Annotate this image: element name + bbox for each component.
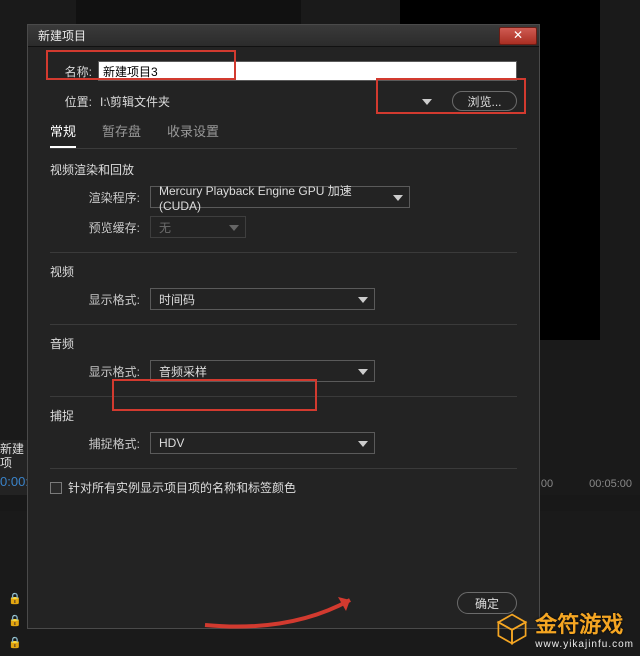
renderer-field: 渲染程序: Mercury Playback Engine GPU 加速 (CU… (50, 186, 517, 208)
renderer-select[interactable]: Mercury Playback Engine GPU 加速 (CUDA) (150, 186, 410, 208)
tab-scratch[interactable]: 暂存盘 (102, 121, 141, 148)
new-project-dialog: 新建项目 ✕ 名称: 位置: I:\剪辑文件夹 浏览... 常规 暂存盘 收录设… (27, 24, 540, 629)
renderer-value: Mercury Playback Engine GPU 加速 (CUDA) (159, 182, 387, 213)
close-icon: ✕ (513, 28, 523, 42)
capture-format-value: HDV (159, 436, 184, 450)
project-name-input[interactable] (98, 61, 517, 81)
dialog-footer: 确定 (457, 592, 517, 614)
preview-cache-label: 预览缓存: (86, 219, 140, 236)
close-button[interactable]: ✕ (499, 27, 537, 45)
chevron-down-icon (229, 220, 239, 234)
capture-format-field: 捕捉格式: HDV (50, 432, 517, 454)
divider (50, 324, 517, 325)
video-format-select[interactable]: 时间码 (150, 288, 375, 310)
instance-names-label: 针对所有实例显示项目项的名称和标签颜色 (68, 479, 296, 496)
section-audio: 音频 显示格式: 音频采样 (50, 335, 517, 382)
location-label: 位置: (50, 93, 92, 110)
name-label: 名称: (50, 63, 92, 80)
chevron-down-icon (358, 292, 368, 306)
location-dropdown[interactable] (416, 91, 438, 111)
lock-icon[interactable]: 🔒 (8, 636, 22, 650)
location-row: 位置: I:\剪辑文件夹 浏览... (50, 91, 517, 111)
renderer-label: 渲染程序: (86, 189, 140, 206)
browse-button[interactable]: 浏览... (452, 91, 517, 111)
capture-format-select[interactable]: HDV (150, 432, 375, 454)
ok-button[interactable]: 确定 (457, 592, 517, 614)
section-video: 视频 显示格式: 时间码 (50, 263, 517, 310)
section-title-video: 视频 (50, 263, 517, 280)
divider (50, 252, 517, 253)
timecode-readout: 0:00: (0, 474, 29, 489)
chevron-down-icon (358, 364, 368, 378)
preview-cache-value: 无 (159, 219, 171, 236)
instance-names-row: 针对所有实例显示项目项的名称和标签颜色 (50, 479, 517, 496)
preview-cache-field: 预览缓存: 无 (50, 216, 517, 238)
audio-format-label: 显示格式: (86, 363, 140, 380)
audio-format-field: 显示格式: 音频采样 (50, 360, 517, 382)
location-value[interactable]: I:\剪辑文件夹 (98, 93, 416, 110)
audio-format-value: 音频采样 (159, 363, 207, 380)
audio-format-select[interactable]: 音频采样 (150, 360, 375, 382)
video-format-value: 时间码 (159, 291, 195, 308)
section-title-render: 视频渲染和回放 (50, 161, 517, 178)
name-row: 名称: (50, 61, 517, 81)
instance-names-checkbox[interactable] (50, 482, 62, 494)
dialog-content: 名称: 位置: I:\剪辑文件夹 浏览... 常规 暂存盘 收录设置 视频渲染和… (28, 47, 539, 628)
tab-ingest[interactable]: 收录设置 (167, 121, 219, 148)
capture-format-label: 捕捉格式: (86, 435, 140, 452)
section-title-audio: 音频 (50, 335, 517, 352)
section-render: 视频渲染和回放 渲染程序: Mercury Playback Engine GP… (50, 161, 517, 238)
top-strip (76, 0, 301, 24)
chevron-down-icon (422, 94, 432, 108)
section-capture: 捕捉 捕捉格式: HDV (50, 407, 517, 454)
preview-cache-select: 无 (150, 216, 246, 238)
timeline-label: 00:05:00 (589, 478, 632, 490)
section-title-capture: 捕捉 (50, 407, 517, 424)
lock-icon[interactable]: 🔒 (8, 614, 22, 628)
chevron-down-icon (393, 190, 403, 204)
divider (50, 396, 517, 397)
dialog-title: 新建项目 (38, 27, 86, 44)
dialog-titlebar[interactable]: 新建项目 ✕ (28, 25, 539, 47)
tab-bar: 常规 暂存盘 收录设置 (50, 121, 517, 149)
divider (50, 468, 517, 469)
video-format-label: 显示格式: (86, 291, 140, 308)
truncated-panel-title: 新建项 (0, 440, 27, 500)
video-format-field: 显示格式: 时间码 (50, 288, 517, 310)
chevron-down-icon (358, 436, 368, 450)
tab-general[interactable]: 常规 (50, 121, 76, 148)
track-lock-column: 🔒 🔒 🔒 (8, 592, 22, 650)
lock-icon[interactable]: 🔒 (8, 592, 22, 606)
